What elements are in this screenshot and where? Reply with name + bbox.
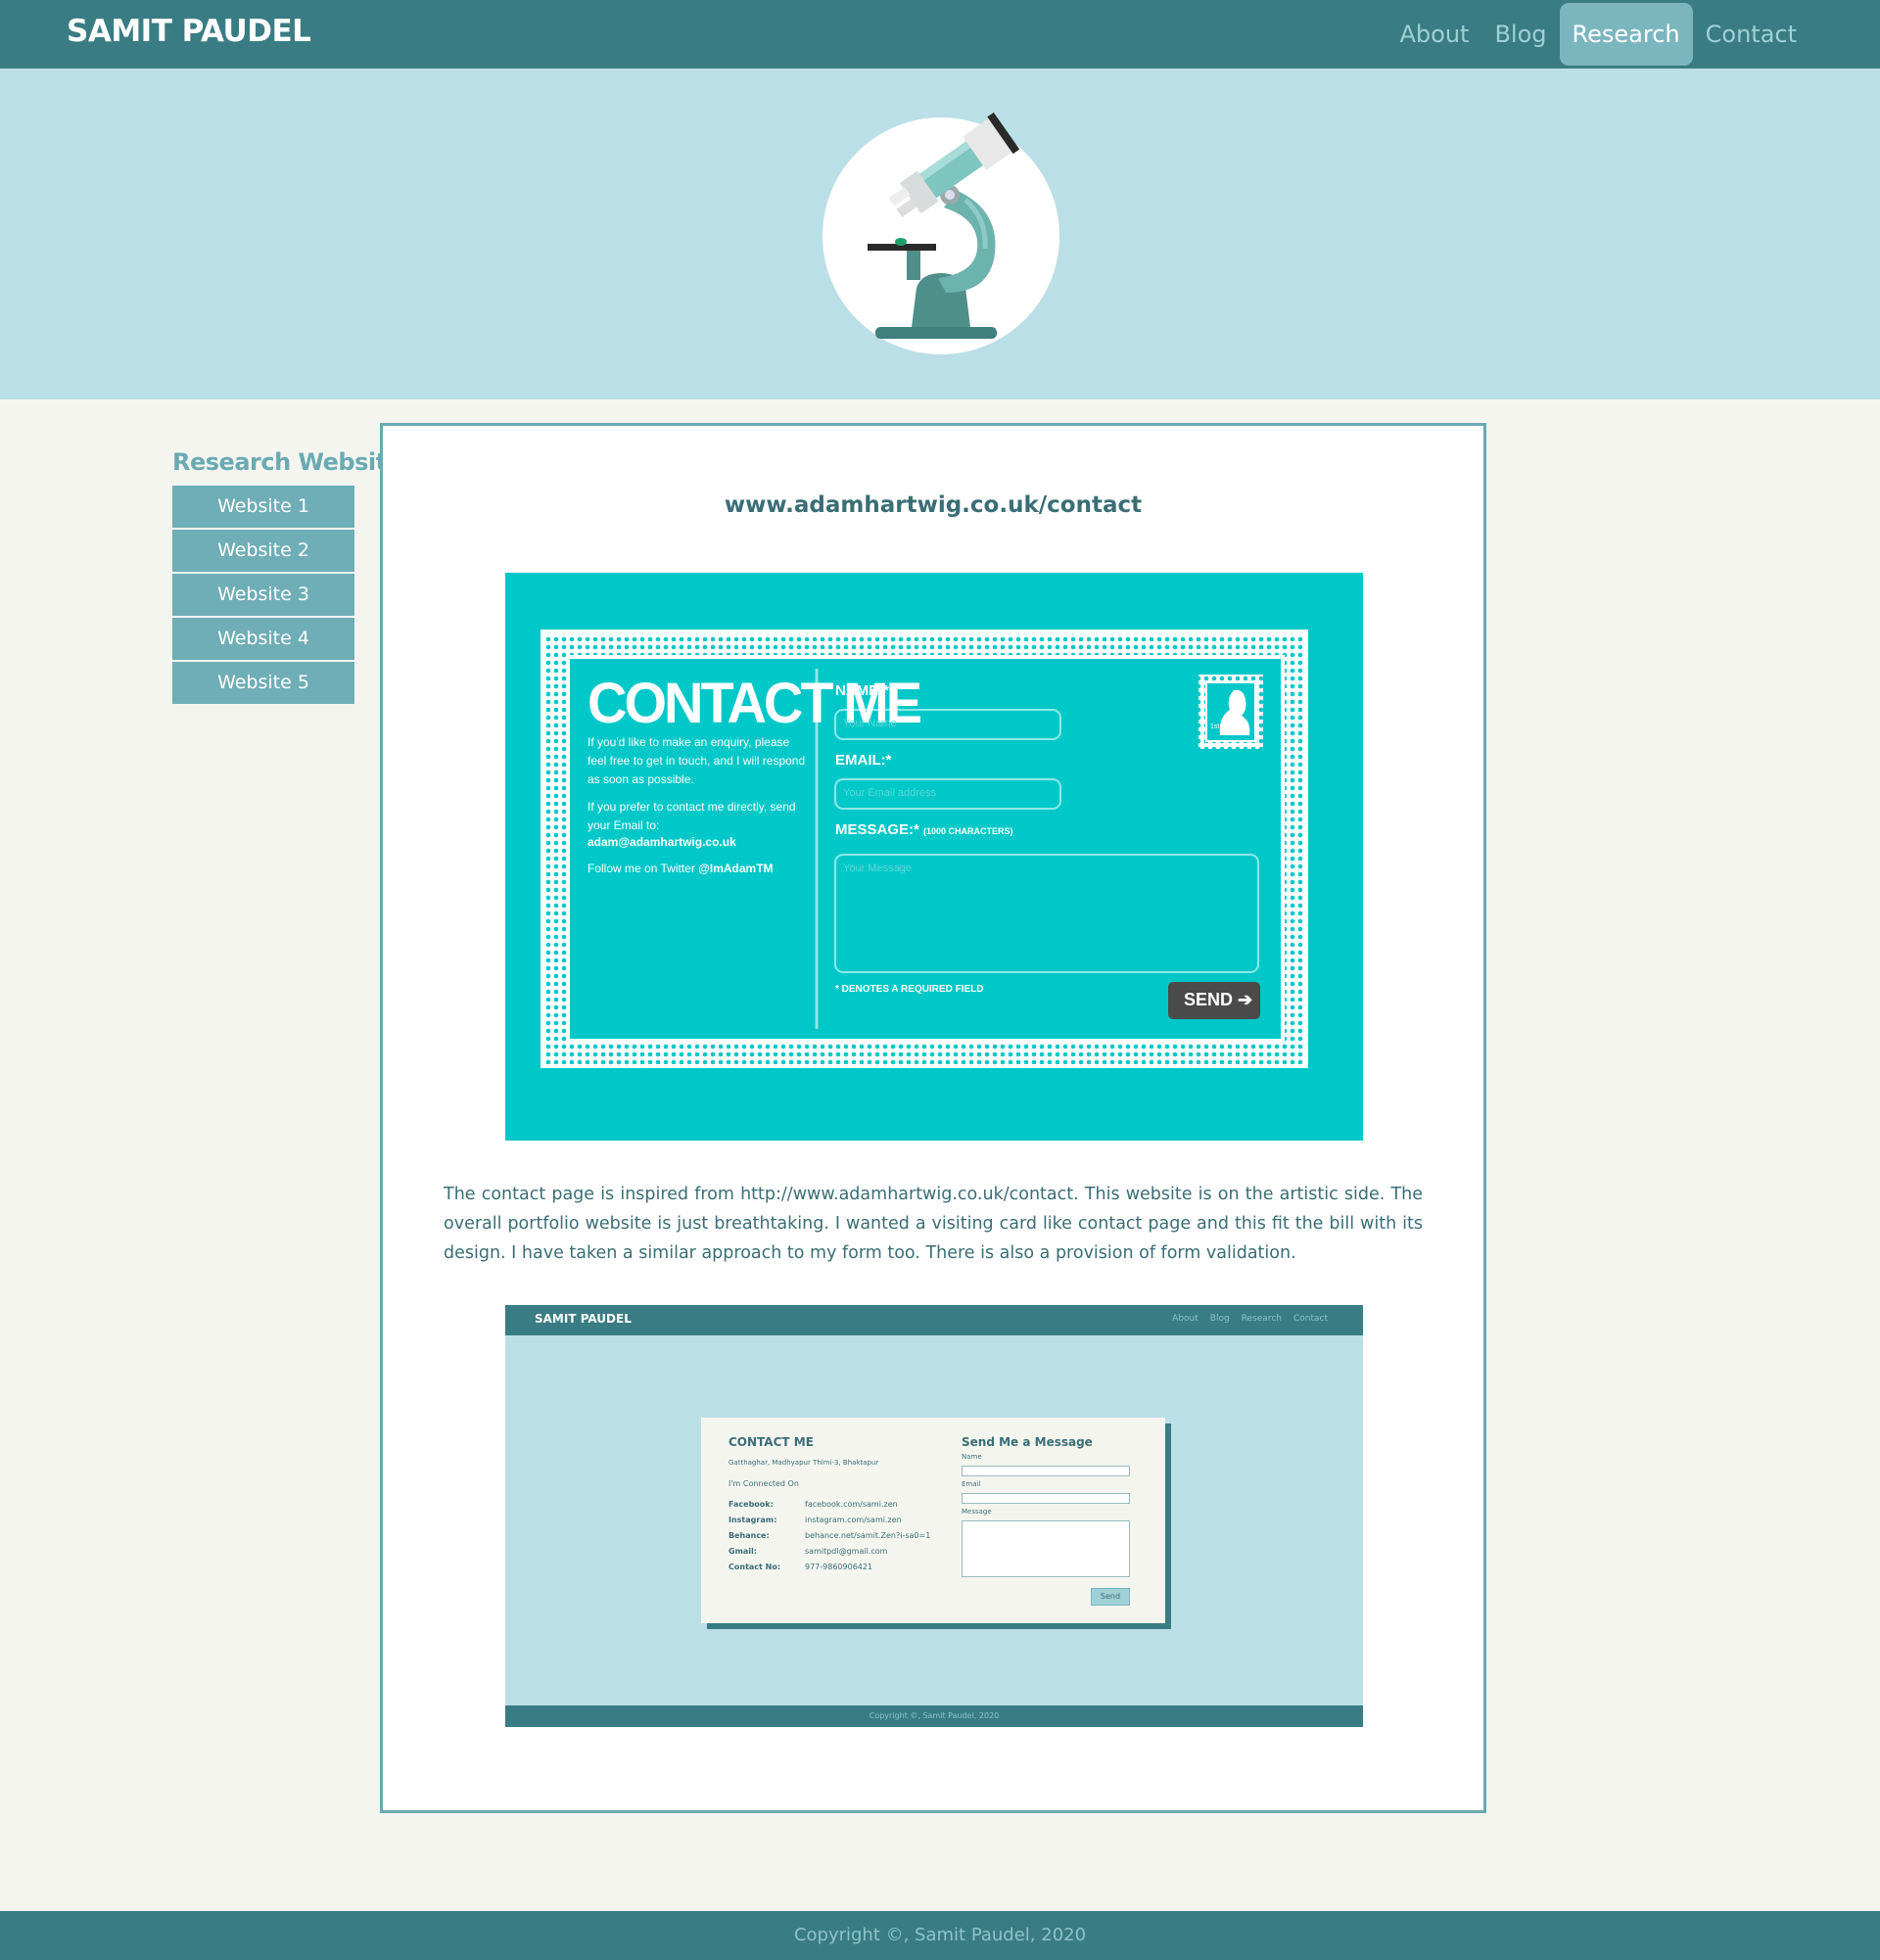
contact-email-link[interactable]: adam@adamhartwig.co.uk [588, 835, 736, 849]
nav-links: About Blog Research Contact [1387, 0, 1810, 69]
contact-direct-text: If you prefer to contact me directly, se… [588, 800, 796, 832]
mini-name-input [962, 1466, 1130, 1476]
mini-row-value: facebook.com/sami.zen [805, 1500, 898, 1509]
sidebar-item-website-2[interactable]: Website 2 [172, 530, 354, 572]
hero-banner [0, 69, 1880, 399]
sidebar-item-website-1[interactable]: Website 1 [172, 486, 354, 528]
page-footer: Copyright ©, Samit Paudel, 2020 [0, 1911, 1880, 1960]
mini-form-heading: Send Me a Message [962, 1435, 1093, 1449]
mini-row-label: Contact No: [728, 1563, 781, 1571]
stamp-text: 1st [1210, 723, 1220, 730]
mini-email-label: Email [962, 1480, 981, 1488]
mini-message-label: Message [962, 1508, 992, 1516]
mini-message-input [962, 1520, 1130, 1577]
own-site-screenshot: SAMIT PAUDEL About Blog Research Contact… [505, 1305, 1363, 1727]
email-input[interactable]: Your Email address [843, 787, 936, 799]
mini-name-label: Name [962, 1453, 982, 1461]
mini-row-label: Facebook: [728, 1500, 774, 1509]
sidebar-item-website-3[interactable]: Website 3 [172, 574, 354, 616]
research-title: www.adamhartwig.co.uk/contact [724, 492, 1143, 518]
nav-link-blog[interactable]: Blog [1481, 3, 1559, 66]
reference-screenshot: CONTACT ME If you'd like to make an enqu… [505, 573, 1363, 1141]
arrow-right-icon: ➔ [1238, 990, 1253, 1009]
message-label-text: MESSAGE:* [835, 821, 919, 838]
sidebar-list: Website 1 Website 2 Website 3 Website 4 … [172, 486, 354, 706]
twitter-prefix: Follow me on Twitter [588, 862, 699, 875]
send-label: SEND [1184, 990, 1234, 1009]
mini-connected: I'm Connected On [728, 1479, 799, 1488]
research-description: The contact page is inspired from http:/… [444, 1185, 1423, 1263]
send-button[interactable]: SEND ➔ [1184, 990, 1252, 1010]
sidebar-item-website-4[interactable]: Website 4 [172, 618, 354, 660]
mini-row-value: behance.net/samit.Zen?i-sa0=1 [805, 1531, 931, 1540]
brand-logo[interactable]: SAMIT PAUDEL [67, 14, 311, 49]
nav-link-research[interactable]: Research [1559, 3, 1693, 66]
mini-link-blog: Blog [1209, 1314, 1230, 1324]
top-nav: SAMIT PAUDEL About Blog Research Contact [0, 0, 1880, 69]
mini-row-value: 977-9860906421 [805, 1563, 873, 1571]
twitter-line: Follow me on Twitter @ImAdamTM [588, 862, 774, 875]
mini-link-contact: Contact [1292, 1314, 1328, 1324]
mini-brand: SAMIT PAUDEL [535, 1312, 632, 1326]
postcard-frame [540, 630, 1308, 1068]
name-input[interactable]: Your Name [843, 718, 897, 729]
mini-row-value: samitpdl@gmail.com [805, 1547, 888, 1556]
microscope-icon [822, 112, 1059, 354]
mini-footer: Copyright ©, Samit Paudel, 2020 [505, 1705, 1363, 1727]
mini-row-label: Behance: [728, 1531, 770, 1540]
mini-link-about: About [1172, 1314, 1198, 1324]
sidebar-title: Research Websites [172, 448, 416, 476]
message-label: MESSAGE:* (1000 CHARACTERS) [835, 821, 1013, 838]
mini-nav-links: About Blog Research Contact [1172, 1314, 1328, 1324]
mini-row-value: instagram.com/sami.zen [805, 1516, 902, 1524]
required-note: * DENOTES A REQUIRED FIELD [835, 984, 984, 995]
mini-nav: SAMIT PAUDEL About Blog Research Contact [505, 1305, 1363, 1335]
message-note: (1000 CHARACTERS) [923, 826, 1013, 836]
message-textarea[interactable]: Your Message [843, 863, 912, 874]
sidebar-item-website-5[interactable]: Website 5 [172, 662, 354, 704]
mini-row-label: Instagram: [728, 1516, 777, 1524]
mini-contact-heading: CONTACT ME [728, 1435, 814, 1449]
research-card: www.adamhartwig.co.uk/contact CONTACT ME… [380, 423, 1486, 1813]
mini-link-research: Research [1241, 1314, 1282, 1324]
twitter-handle-link[interactable]: @ImAdamTM [698, 862, 773, 875]
mini-send-button: Send [1091, 1588, 1130, 1606]
email-label: EMAIL:* [835, 752, 892, 769]
mini-email-input [962, 1493, 1130, 1504]
contact-intro-text: If you'd like to make an enquiry, please… [588, 735, 806, 786]
name-label: NAME:* [835, 682, 889, 699]
nav-link-contact[interactable]: Contact [1693, 3, 1810, 66]
nav-link-about[interactable]: About [1387, 3, 1482, 66]
mini-row-label: Gmail: [728, 1547, 757, 1556]
mini-address: Gatthaghar, Madhyapur Thimi-3, Bhaktapur [728, 1459, 879, 1467]
mini-contact-card: CONTACT ME Gatthaghar, Madhyapur Thimi-3… [701, 1418, 1165, 1623]
